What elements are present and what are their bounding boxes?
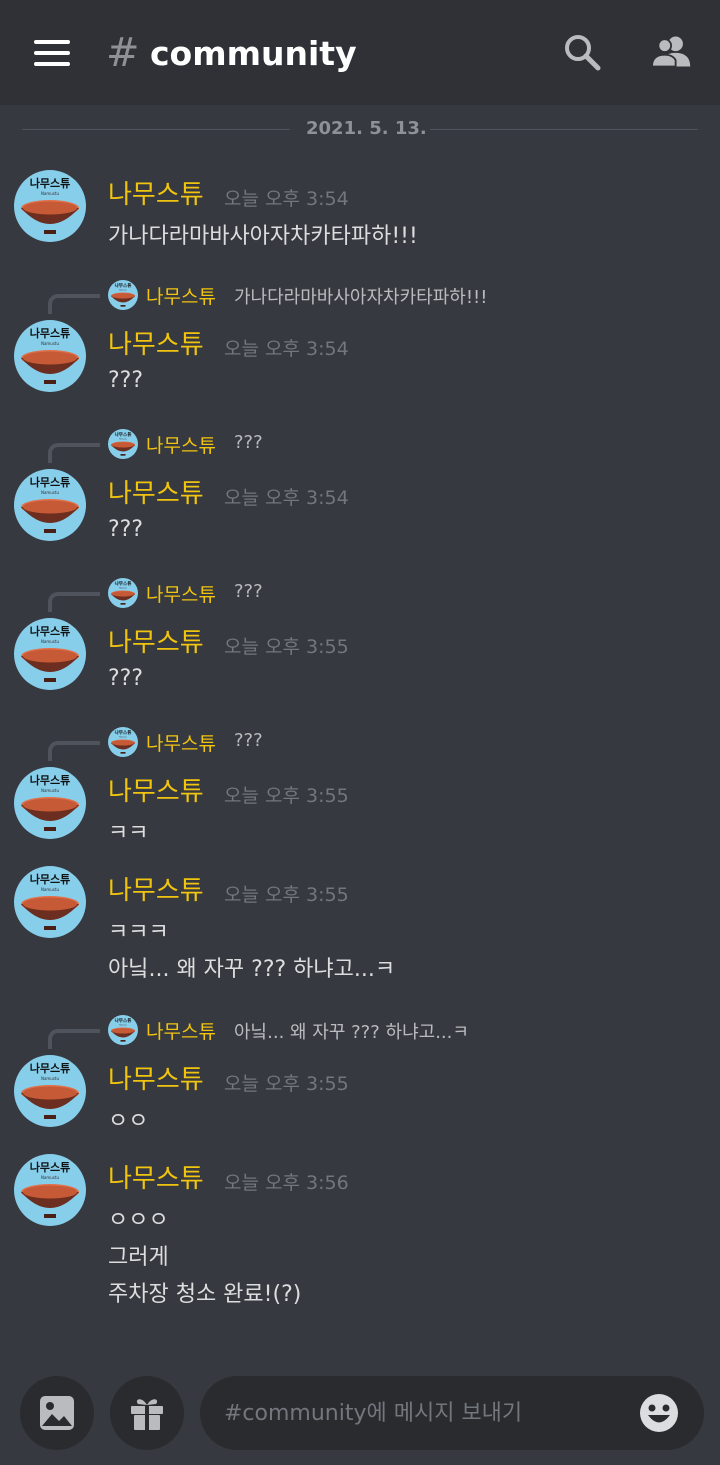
reply-author: 나무스튜 <box>146 1021 216 1043</box>
message-timestamp: 오늘 오후 3:55 <box>224 785 349 807</box>
svg-text:Namustu: Namustu <box>41 639 60 644</box>
message-text: ㅇㅇ <box>108 1109 149 1134</box>
channel-title: community <box>150 34 357 73</box>
message-timestamp: 오늘 오후 3:55 <box>224 636 349 658</box>
reply-avatar: 나무스튜 Namustu <box>108 727 138 757</box>
avatar[interactable]: 나무스튜 Namustu <box>14 320 86 392</box>
reply-avatar: 나무스튜 Namustu <box>108 578 138 608</box>
reply-author: 나무스튜 <box>146 584 216 606</box>
channel-hash-icon: # <box>106 30 140 76</box>
attach-image-button[interactable] <box>20 1376 94 1450</box>
message-text: 주차장 청소 완료!(?) <box>108 1282 302 1307</box>
reply-author: 나무스튜 <box>146 733 216 755</box>
reply-avatar: 나무스튜 Namustu <box>108 280 138 310</box>
image-icon <box>40 1396 74 1430</box>
menu-icon[interactable] <box>34 40 72 66</box>
svg-text:나무스튜: 나무스튜 <box>30 176 70 190</box>
reply-connector <box>48 741 100 761</box>
reply-connector <box>48 1029 100 1049</box>
message-author[interactable]: 나무스튜 <box>108 771 204 808</box>
reply-preview[interactable]: 나무스튜 Namustu 나무스튜??? <box>0 578 720 612</box>
message-timestamp: 오늘 오후 3:56 <box>224 1172 349 1194</box>
reply-author: 나무스튜 <box>146 286 216 308</box>
message-text: 가나다라마바사아자차카타파하!!! <box>108 224 418 249</box>
reply-text: ??? <box>234 581 263 602</box>
svg-text:나무스튜: 나무스튜 <box>30 624 70 638</box>
avatar[interactable]: 나무스튜 Namustu <box>14 469 86 541</box>
gift-icon <box>131 1399 163 1430</box>
reply-preview[interactable]: 나무스튜 Namustu 나무스튜 아닠... 왜 자꾸 ??? 하냐고...ㅋ <box>0 1015 720 1049</box>
svg-text:Namustu: Namustu <box>41 191 60 196</box>
search-icon[interactable] <box>562 32 602 72</box>
reply-avatar: 나무스튜 Namustu <box>108 1015 138 1045</box>
message-author[interactable]: 나무스튜 <box>108 1158 204 1195</box>
svg-text:나무스튜: 나무스튜 <box>30 872 70 886</box>
message-author[interactable]: 나무스튜 <box>108 324 204 361</box>
message-text: ㅋㅋㅋ <box>108 920 169 945</box>
message-text: ??? <box>108 368 144 393</box>
reply-text: 아닠... 왜 자꾸 ??? 하냐고...ㅋ <box>234 1022 469 1043</box>
message-input[interactable] <box>200 1376 704 1450</box>
message-timestamp: 오늘 오후 3:54 <box>224 188 349 210</box>
channel-header: # community <box>0 0 720 105</box>
members-icon[interactable] <box>652 32 692 72</box>
message-text: 그러게 <box>108 1245 169 1270</box>
emoji-icon[interactable] <box>638 1392 680 1434</box>
message-author[interactable]: 나무스튜 <box>108 1059 204 1096</box>
message-author[interactable]: 나무스튜 <box>108 622 204 659</box>
message-author[interactable]: 나무스튜 <box>108 473 204 510</box>
avatar[interactable]: 나무스튜 Namustu <box>14 1154 86 1226</box>
date-divider-text: 2021. 5. 13. <box>306 118 427 139</box>
reply-preview[interactable]: 나무스튜 Namustu 나무스튜??? <box>0 429 720 463</box>
avatar[interactable]: 나무스튜 Namustu <box>14 1055 86 1127</box>
message-author[interactable]: 나무스튜 <box>108 174 204 211</box>
gift-button[interactable] <box>110 1376 184 1450</box>
message-timestamp: 오늘 오후 3:55 <box>224 884 349 906</box>
svg-text:Namustu: Namustu <box>41 788 60 793</box>
reply-text: 가나다라마바사아자차카타파하!!! <box>234 287 488 308</box>
svg-text:나무스튜: 나무스튜 <box>30 1160 70 1174</box>
date-divider: 2021. 5. 13. <box>22 118 698 142</box>
message-timestamp: 오늘 오후 3:55 <box>224 1073 349 1095</box>
svg-text:Namustu: Namustu <box>41 490 60 495</box>
message-text: ??? <box>108 666 144 691</box>
avatar[interactable]: 나무스튜 Namustu <box>14 618 86 690</box>
message-text: 아닠... 왜 자꾸 ??? 하냐고...ㅋ <box>108 957 396 982</box>
message-text: ??? <box>108 517 144 542</box>
message-author[interactable]: 나무스튜 <box>108 870 204 907</box>
avatar[interactable]: 나무스튜 Namustu <box>14 866 86 938</box>
reply-text: ??? <box>234 730 263 751</box>
message-timestamp: 오늘 오후 3:54 <box>224 338 349 360</box>
svg-text:나무스튜: 나무스튜 <box>30 773 70 787</box>
svg-text:나무스튜: 나무스튜 <box>30 326 70 340</box>
svg-text:Namustu: Namustu <box>41 1175 60 1180</box>
svg-text:Namustu: Namustu <box>41 887 60 892</box>
message-timestamp: 오늘 오후 3:54 <box>224 487 349 509</box>
reply-preview[interactable]: 나무스튜 Namustu 나무스튜 가나다라마바사아자차카타파하!!! <box>0 280 720 314</box>
message-text: ㅋㅋ <box>108 821 149 846</box>
avatar[interactable]: 나무스튜 Namustu <box>14 767 86 839</box>
reply-preview[interactable]: 나무스튜 Namustu 나무스튜??? <box>0 727 720 761</box>
reply-text: ??? <box>234 432 263 453</box>
svg-text:Namustu: Namustu <box>41 341 60 346</box>
svg-text:Namustu: Namustu <box>41 1076 60 1081</box>
reply-connector <box>48 592 100 612</box>
svg-text:나무스튜: 나무스튜 <box>30 1061 70 1075</box>
reply-avatar: 나무스튜 Namustu <box>108 429 138 459</box>
reply-author: 나무스튜 <box>146 435 216 457</box>
avatar[interactable]: 나무스튜 Namustu <box>14 170 86 242</box>
message-text: ㅇㅇㅇ <box>108 1208 169 1233</box>
reply-connector <box>48 443 100 463</box>
svg-text:나무스튜: 나무스튜 <box>30 475 70 489</box>
reply-connector <box>48 294 100 314</box>
